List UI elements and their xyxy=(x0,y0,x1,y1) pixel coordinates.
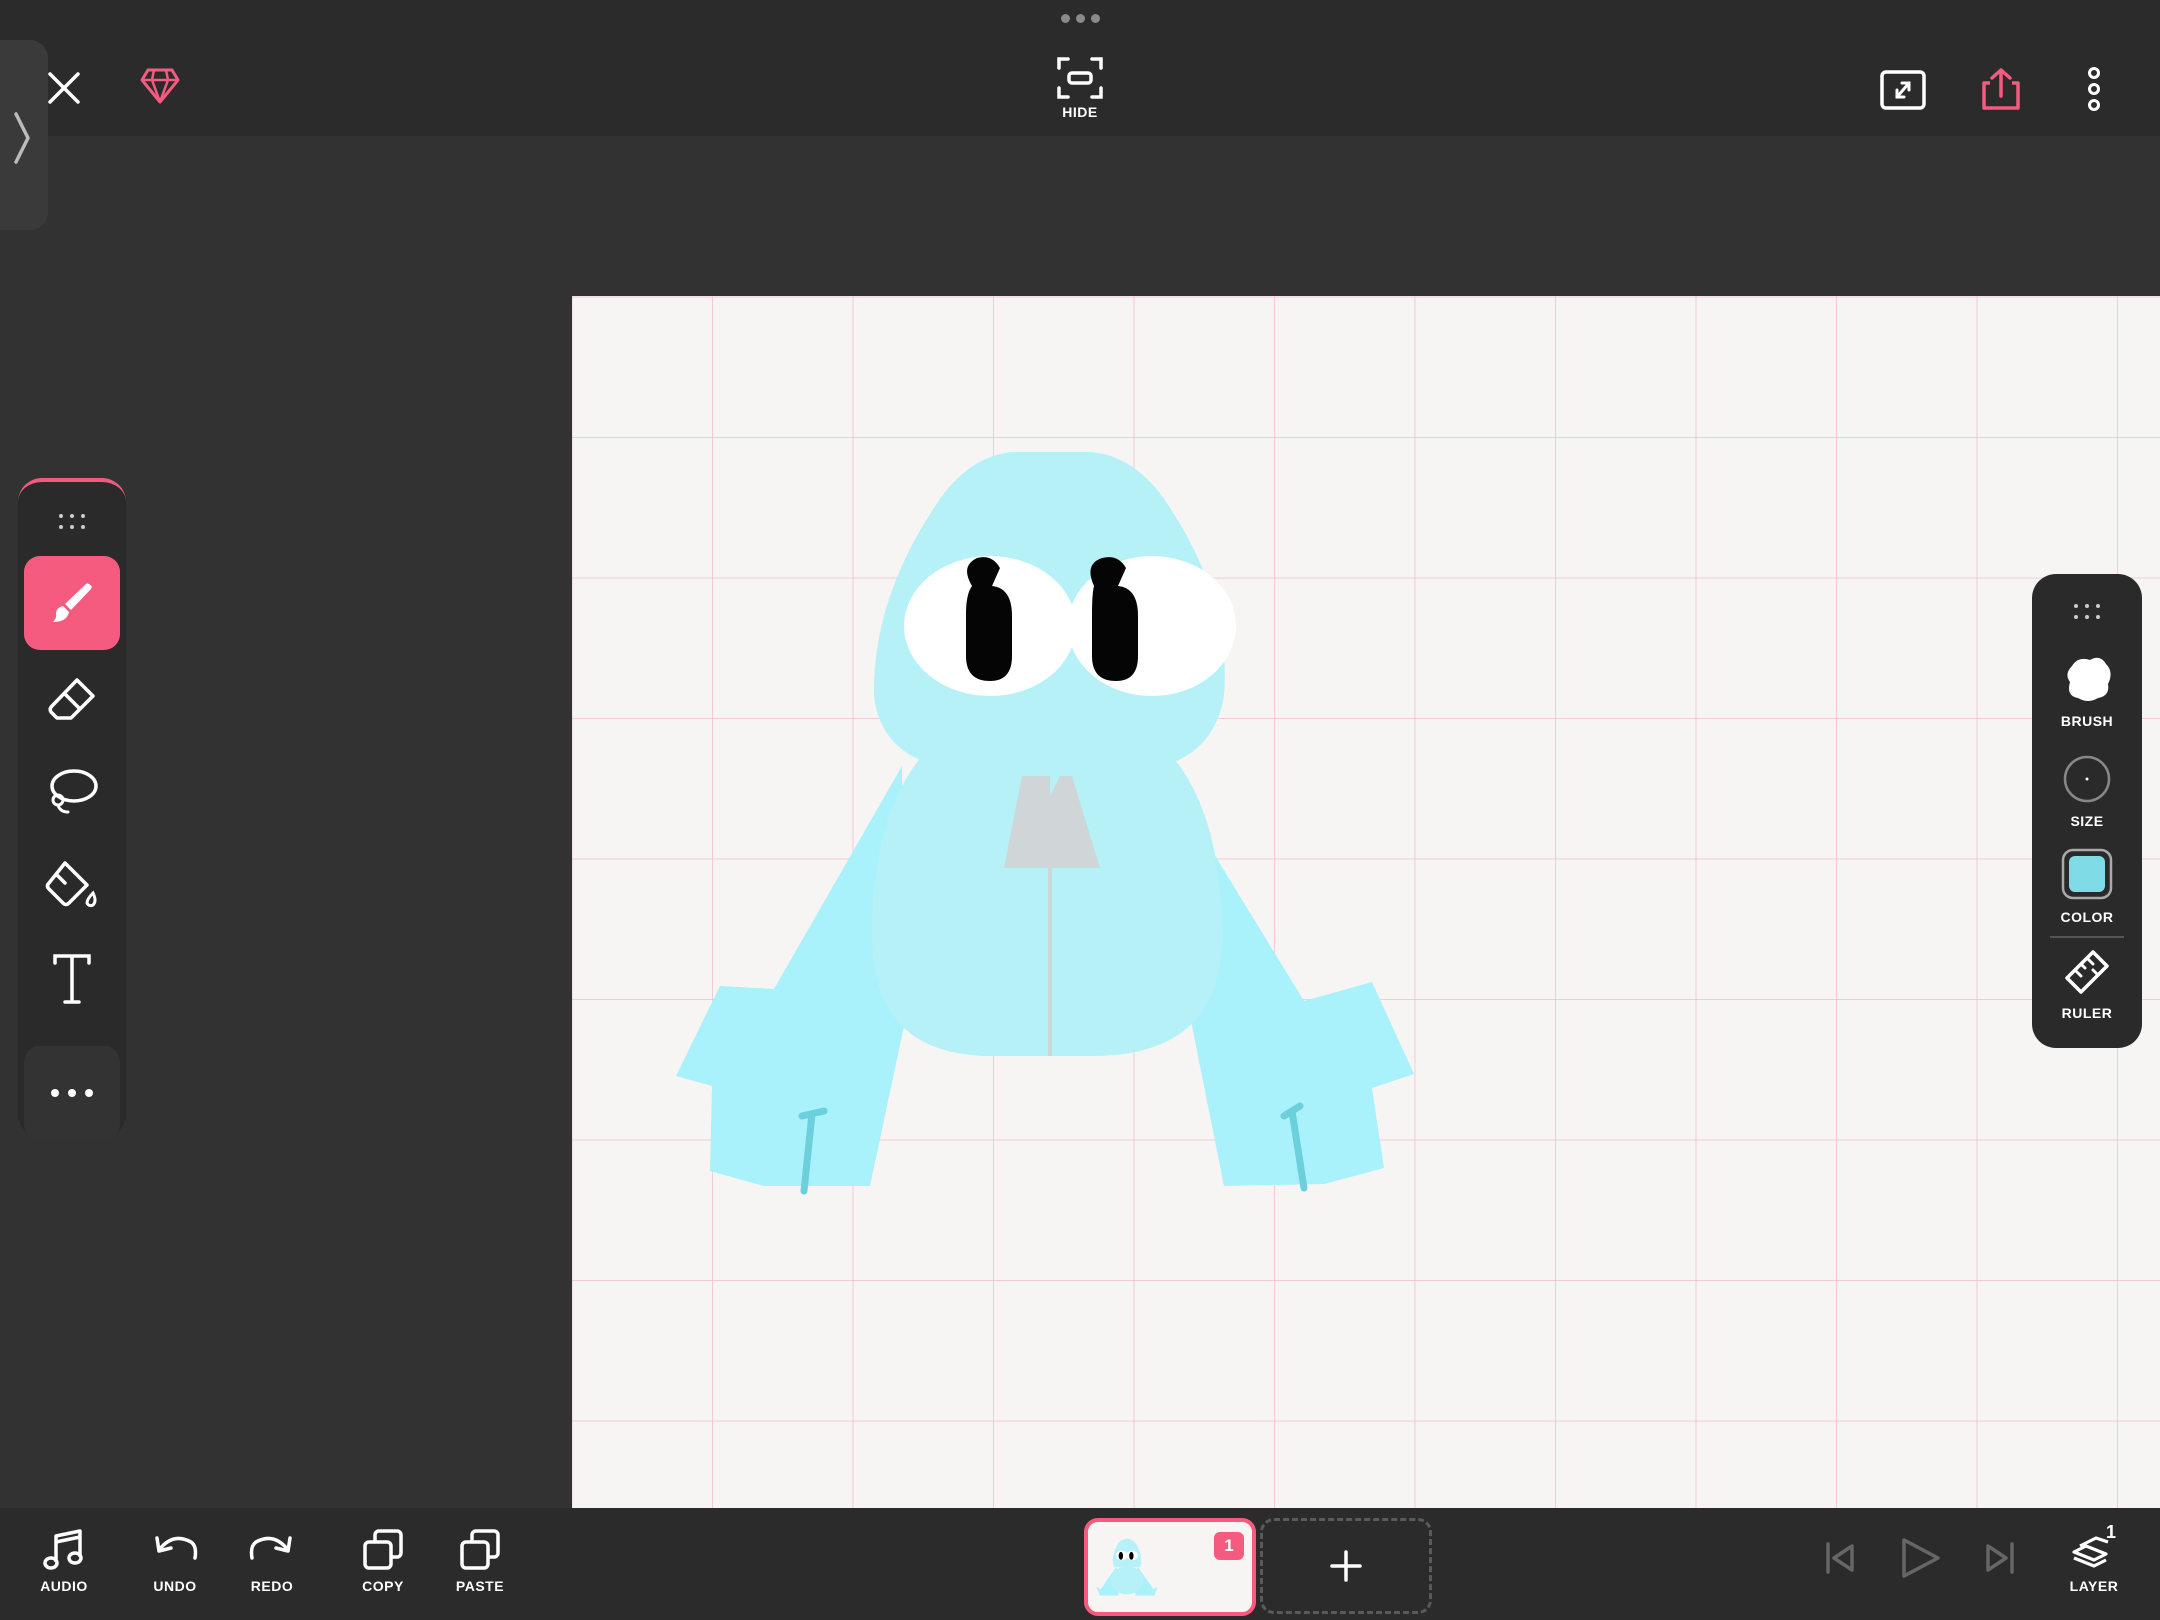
expand-canvas-button[interactable] xyxy=(1878,66,1928,114)
paint-bucket-icon xyxy=(45,861,97,908)
layer-label: LAYER xyxy=(2069,1578,2119,1594)
lasso-icon xyxy=(50,769,98,814)
audio-button[interactable]: AUDIO xyxy=(24,1528,104,1594)
premium-button[interactable] xyxy=(136,62,184,110)
undo-icon xyxy=(155,1536,198,1560)
paste-icon xyxy=(460,1529,500,1570)
ruler-icon xyxy=(2065,950,2109,994)
color-label: COLOR xyxy=(2060,909,2114,925)
redo-icon xyxy=(249,1536,292,1560)
copy-label: COPY xyxy=(362,1578,404,1594)
brush-type-button[interactable]: BRUSH xyxy=(2032,654,2142,729)
undo-button[interactable]: UNDO xyxy=(135,1528,215,1594)
brush-icon xyxy=(53,583,92,622)
text-icon xyxy=(53,954,91,1004)
tool-brush[interactable] xyxy=(24,556,120,650)
redo-label: REDO xyxy=(250,1578,294,1594)
layer-button[interactable]: 1 LAYER xyxy=(2054,1522,2134,1594)
skip-forward-icon xyxy=(1986,1542,2014,1574)
gem-icon xyxy=(140,68,180,104)
vertical-dots-icon xyxy=(2088,67,2100,111)
redo-button[interactable]: REDO xyxy=(232,1528,312,1594)
paste-button[interactable]: PASTE xyxy=(440,1528,520,1594)
close-icon xyxy=(48,72,80,104)
top-bar: HIDE xyxy=(0,0,2160,136)
play-icon xyxy=(1902,1538,1940,1578)
left-leg xyxy=(676,766,904,1186)
bottom-bar: AUDIO UNDO REDO COPY PASTE 1 LAYER xyxy=(0,1508,2160,1620)
hide-label: HIDE xyxy=(1062,104,1098,120)
eraser-icon xyxy=(48,678,95,720)
audio-label: AUDIO xyxy=(40,1578,88,1594)
share-button[interactable] xyxy=(1976,64,2026,114)
paste-label: PASTE xyxy=(455,1578,505,1594)
share-icon xyxy=(1982,68,2020,110)
first-frame-button[interactable] xyxy=(1800,1540,1880,1576)
ruler-label: RULER xyxy=(2061,1005,2113,1021)
drawing-artwork xyxy=(676,452,1414,1195)
brush-stroke-icon xyxy=(2067,657,2111,701)
tool-fill[interactable] xyxy=(24,838,120,932)
color-swatch-icon xyxy=(2061,848,2113,900)
more-menu-button[interactable] xyxy=(2074,64,2114,114)
drag-handle-icon[interactable] xyxy=(2073,602,2101,622)
size-label: SIZE xyxy=(2070,813,2104,829)
layer-count: 1 xyxy=(2106,1522,2117,1542)
color-button[interactable]: COLOR xyxy=(2032,848,2142,925)
size-circle-icon xyxy=(2063,755,2111,803)
window-grabber[interactable] xyxy=(1056,14,1104,26)
expand-icon xyxy=(1880,70,1926,110)
size-button[interactable]: SIZE xyxy=(2032,754,2142,829)
copy-button[interactable]: COPY xyxy=(343,1528,423,1594)
frame-thumbnail[interactable]: 1 xyxy=(1084,1518,1256,1616)
ruler-button[interactable]: RULER xyxy=(2032,948,2142,1021)
panel-divider xyxy=(2050,936,2124,938)
undo-label: UNDO xyxy=(153,1578,197,1594)
add-frame-button[interactable] xyxy=(1260,1518,1432,1614)
tool-text[interactable] xyxy=(24,932,120,1026)
drawing-canvas[interactable] xyxy=(572,296,2160,1508)
tool-more[interactable] xyxy=(24,1046,120,1140)
fullscreen-hide-icon xyxy=(1057,57,1103,99)
music-note-icon xyxy=(43,1529,83,1570)
last-frame-button[interactable] xyxy=(1960,1540,2040,1576)
frame-number-badge: 1 xyxy=(1214,1532,1244,1560)
plus-icon xyxy=(1330,1550,1362,1582)
tool-lasso[interactable] xyxy=(24,744,120,838)
brush-label: BRUSH xyxy=(2060,713,2114,729)
drag-handle-icon[interactable] xyxy=(58,512,86,532)
play-button[interactable] xyxy=(1880,1536,1960,1580)
copy-icon xyxy=(363,1529,403,1570)
tool-palette xyxy=(18,478,126,1140)
chevron-right-icon xyxy=(14,112,30,164)
frame-thumbnail-preview xyxy=(1096,1538,1158,1596)
more-horizontal-icon xyxy=(51,1089,93,1097)
hide-ui-button[interactable] xyxy=(1052,54,1108,102)
side-drawer-tab[interactable] xyxy=(0,40,48,230)
brush-settings-panel: BRUSH SIZE COLOR RULER xyxy=(2032,574,2142,1048)
tool-eraser[interactable] xyxy=(24,652,120,746)
skip-back-icon xyxy=(1826,1542,1854,1574)
